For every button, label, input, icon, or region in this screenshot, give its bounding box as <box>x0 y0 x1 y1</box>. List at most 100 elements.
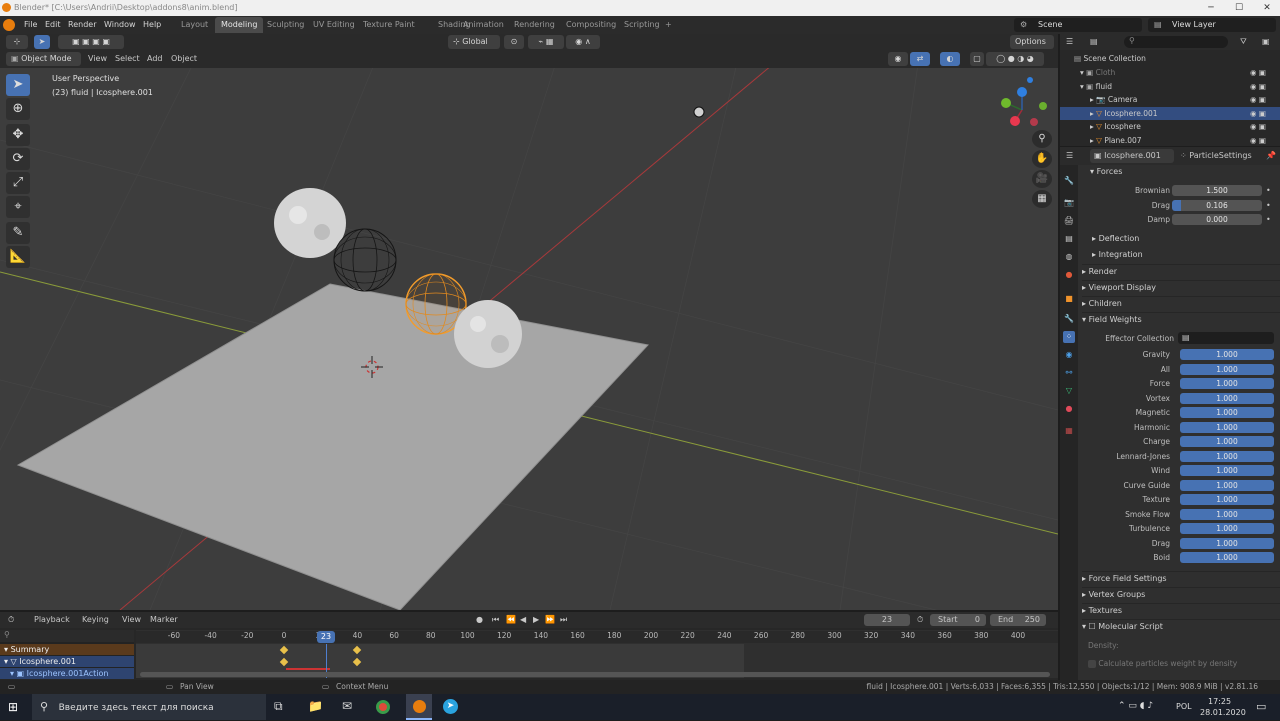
notification-icon[interactable]: ▭ <box>1256 700 1266 713</box>
maximize-icon[interactable]: ☐ <box>1226 0 1252 16</box>
tab-uv-editing[interactable]: UV Editing <box>307 17 361 33</box>
outliner-item[interactable]: ▸ 📷 Camera ◉ ▣ <box>1060 93 1280 107</box>
tab-sculpting[interactable]: Sculpting <box>261 17 310 33</box>
pin-icon[interactable]: 📌 <box>1266 147 1276 165</box>
timeline-scrollbar[interactable] <box>140 672 1050 677</box>
field-weight-slider[interactable]: 1.000 <box>1180 363 1274 375</box>
select-mode-icons[interactable]: ▣ ▣ ▣ ▣ <box>58 35 124 49</box>
menu-render[interactable]: Render <box>68 16 96 34</box>
current-frame-field[interactable]: 23 <box>864 614 910 626</box>
new-collection-icon[interactable]: ▣ <box>1262 34 1270 50</box>
outliner-item[interactable]: ▾ ▣ Cloth ◉ ▣ <box>1060 66 1280 80</box>
field-weight-slider[interactable]: 1.000 <box>1180 349 1274 360</box>
shading-modes[interactable]: ◯ ● ◑ ◕ <box>986 52 1044 66</box>
outliner-scene-collection[interactable]: ▤ Scene Collection <box>1060 52 1280 66</box>
scale-tool-icon[interactable]: ⤢ <box>6 172 30 194</box>
cursor-tool-icon[interactable]: ⊕ <box>6 98 30 120</box>
visibility-toggle-icon[interactable]: ◉ ▣ <box>1250 120 1266 134</box>
orientation-dropdown[interactable]: ⊹ Global <box>448 35 500 49</box>
annotate-tool-icon[interactable]: ✎ <box>6 222 30 244</box>
snap-icon[interactable]: ⌁ ▦ <box>528 35 564 49</box>
view-layer-tab-icon[interactable]: ▤ <box>1063 233 1075 245</box>
frame-ruler[interactable]: -60-40-200204060801001201401601802002202… <box>136 631 1058 643</box>
tab-compositing[interactable]: Compositing <box>560 17 622 33</box>
field-weight-slider[interactable]: 1.000 <box>1180 407 1274 418</box>
ortho-grid-icon[interactable]: ▦ <box>1032 190 1052 208</box>
keyframe-dot-icon[interactable]: • <box>1266 201 1271 210</box>
jump-start-icon[interactable]: ⏮ <box>492 612 499 628</box>
field-weight-slider[interactable]: 1.000 <box>1180 552 1274 563</box>
field-weight-slider[interactable]: 1.000 <box>1180 392 1274 404</box>
next-key-icon[interactable]: ⏩ <box>545 612 555 628</box>
move-tool-icon[interactable]: ✥ <box>6 124 30 146</box>
3d-viewport[interactable]: ▣ Object Mode View Select Add Object ◉ ⇄… <box>0 50 1058 610</box>
density-checkbox[interactable]: Calculate particles weight by density <box>1088 659 1237 668</box>
file-explorer-icon[interactable]: 📁 <box>308 699 323 713</box>
keyboard-language[interactable]: POL <box>1176 702 1192 711</box>
channel-search[interactable]: ⚲ <box>0 630 134 642</box>
camera-view-icon[interactable]: 🎥 <box>1032 170 1052 188</box>
task-view-icon[interactable]: ⧉ <box>274 699 283 714</box>
start-frame-field[interactable]: Start 0 <box>930 614 986 626</box>
menu-marker[interactable]: Marker <box>150 612 178 628</box>
filter-icon[interactable]: ⛛ <box>1240 34 1247 50</box>
mail-icon[interactable]: ✉ <box>342 699 352 713</box>
menu-select[interactable]: Select <box>115 50 140 68</box>
object-tab-icon[interactable]: ■ <box>1063 293 1075 305</box>
tab-rendering[interactable]: Rendering <box>508 17 561 33</box>
modifier-tab-icon[interactable]: 🔧 <box>1063 313 1075 325</box>
field-weight-slider[interactable]: 1.000 <box>1180 465 1274 476</box>
channel-summary[interactable]: ▾ Summary <box>0 644 134 655</box>
visibility-toggle-icon[interactable]: ◉ ▣ <box>1250 134 1266 148</box>
minimize-icon[interactable]: ─ <box>1198 0 1224 16</box>
field-weight-slider[interactable]: 1.000 <box>1180 479 1274 491</box>
children-panel[interactable]: ▸ Children <box>1082 296 1280 310</box>
taskbar-time[interactable]: 17:25 <box>1208 697 1231 706</box>
tab-animation[interactable]: Animation <box>457 17 510 33</box>
visibility-toggle-icon[interactable]: ◉ ▣ <box>1250 107 1266 121</box>
tab-layout[interactable]: Layout <box>175 17 214 33</box>
outliner-editor-icon[interactable]: ☰ <box>1066 34 1073 50</box>
play-icon[interactable]: ▶ <box>533 612 539 628</box>
pivot-icon[interactable]: ⊙ <box>504 35 524 49</box>
visibility-toggle-icon[interactable]: ◉ ▣ <box>1250 93 1266 107</box>
end-frame-field[interactable]: End 250 <box>990 614 1046 626</box>
pan-hand-icon[interactable]: ✋ <box>1032 150 1052 168</box>
select-tool-icon[interactable]: ➤ <box>6 74 30 96</box>
integration-subpanel[interactable]: ▸ Integration <box>1092 248 1143 262</box>
viewport-display-panel[interactable]: ▸ Viewport Display <box>1082 280 1280 294</box>
force-value-field[interactable]: 1.500 <box>1172 185 1262 196</box>
force-value-field[interactable]: 0.106 <box>1172 199 1262 211</box>
xray-icon[interactable]: ▢ <box>970 52 984 66</box>
field-weight-slider[interactable]: 1.000 <box>1180 508 1274 520</box>
options-dropdown[interactable]: Options <box>1010 35 1054 49</box>
menu-object[interactable]: Object <box>171 50 197 68</box>
menu-help[interactable]: Help <box>143 16 161 34</box>
force-value-field[interactable]: 0.000 <box>1172 214 1262 225</box>
visibility-toggle-icon[interactable]: ◉ ▣ <box>1250 80 1266 94</box>
taskbar-search-box[interactable]: ⚲ Введите здесь текст для поиска <box>32 694 266 720</box>
telegram-icon[interactable]: ➤ <box>443 699 458 714</box>
visibility-icon[interactable]: ◉ <box>888 52 908 66</box>
menu-window[interactable]: Window <box>104 16 136 34</box>
keyframe-dot-icon[interactable]: • <box>1266 215 1271 224</box>
scene-selector[interactable]: ⚙ Scene <box>1014 18 1142 32</box>
outliner-item[interactable]: ▸ ▽ Plane.007 ◉ ▣ <box>1060 134 1280 148</box>
panel-textures[interactable]: ▸ Textures <box>1082 603 1280 617</box>
blender-menu-icon[interactable] <box>3 19 15 31</box>
effector-collection-field[interactable]: ▤ <box>1178 332 1274 344</box>
playhead-frame[interactable]: 23 <box>317 631 335 643</box>
panel-molecular-script[interactable]: ▾ ☐ Molecular Script <box>1082 619 1280 633</box>
menu-view-timeline[interactable]: View <box>122 612 141 628</box>
chrome-icon[interactable] <box>376 700 390 714</box>
field-weight-slider[interactable]: 1.000 <box>1180 436 1274 447</box>
select-box-icon[interactable]: ➤ <box>34 35 50 49</box>
world-tab-icon[interactable]: ● <box>1063 269 1075 281</box>
context-object[interactable]: ▣ Icosphere.001 <box>1090 149 1174 163</box>
outliner-item[interactable]: ▸ ▽ Icosphere ◉ ▣ <box>1060 120 1280 134</box>
visibility-toggle-icon[interactable]: ◉ ▣ <box>1250 66 1266 80</box>
properties-editor-icon[interactable]: ☰ <box>1066 147 1073 165</box>
blender-taskbar-icon[interactable] <box>406 694 432 720</box>
menu-view[interactable]: View <box>88 50 107 68</box>
outliner-item[interactable]: ▸ ▽ Icosphere.001 ◉ ▣ <box>1060 106 1280 121</box>
